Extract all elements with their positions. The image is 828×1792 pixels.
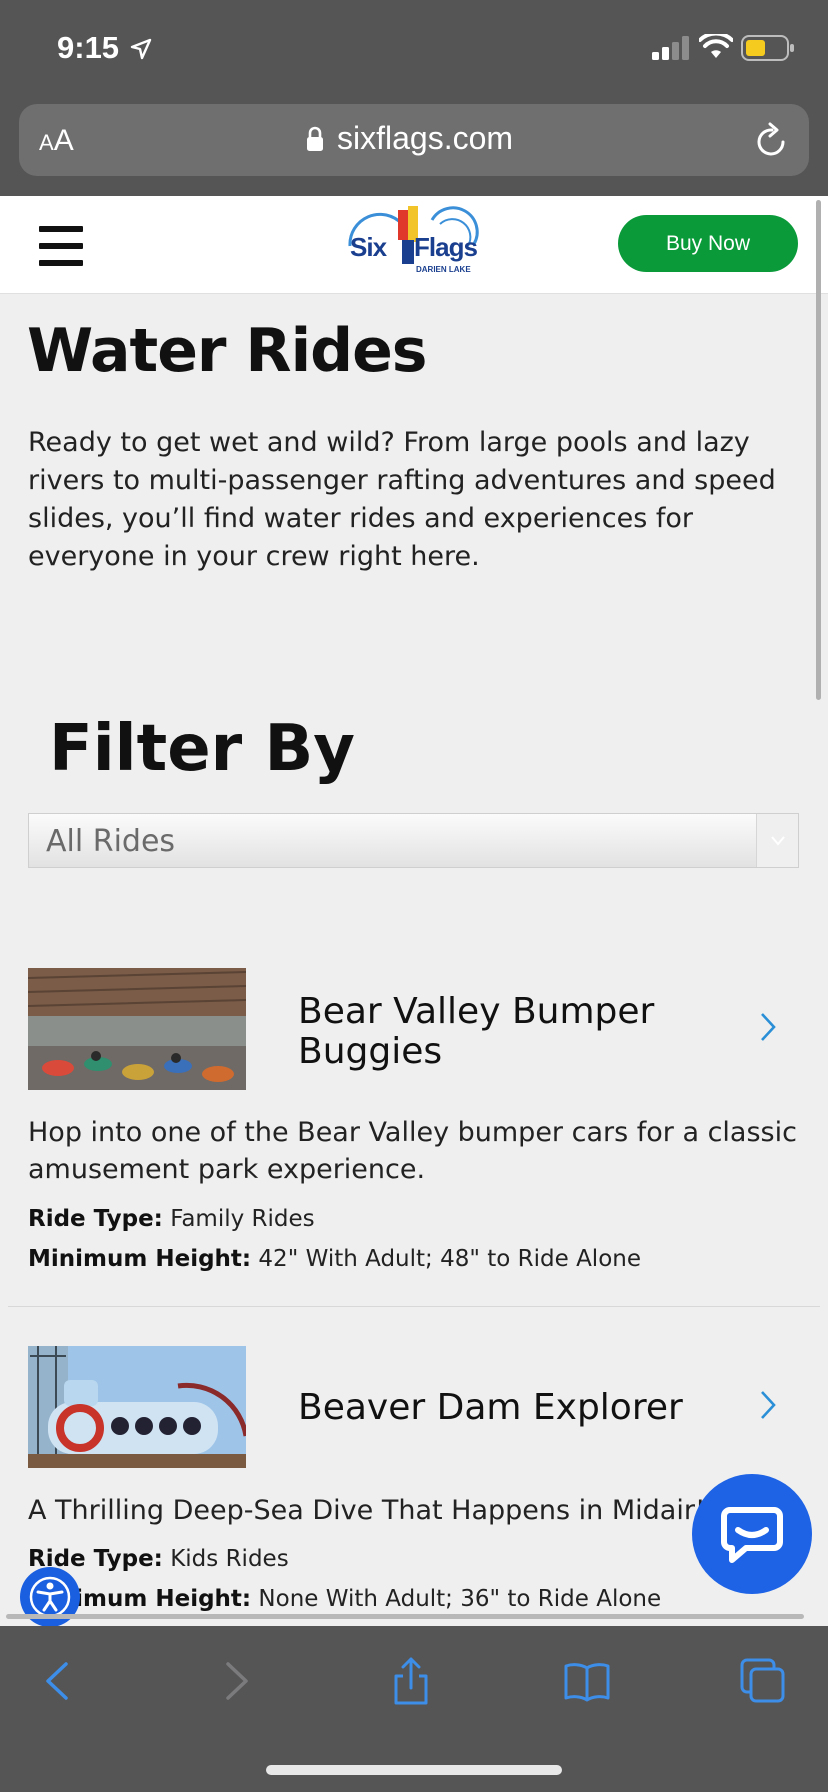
- buy-now-button[interactable]: Buy Now: [618, 215, 798, 272]
- ride-filter-select[interactable]: All Rides: [28, 813, 799, 868]
- lock-icon: [307, 126, 323, 151]
- ride-min-height: Minimum Height: 42" With Adult; 48" to R…: [28, 1246, 641, 1272]
- filter-heading: Filter By: [49, 712, 355, 786]
- ride-min-height: Minimum Height: None With Adult; 36" to …: [28, 1586, 662, 1612]
- text-size-button[interactable]: AA: [39, 124, 74, 158]
- vertical-scroll-indicator: [816, 200, 821, 700]
- ride-type: Ride Type: Kids Rides: [28, 1546, 289, 1572]
- filter-selected-value: All Rides: [46, 824, 176, 859]
- accessibility-icon: [29, 1576, 71, 1618]
- ride-type: Ride Type: Family Rides: [28, 1206, 315, 1232]
- address-bar[interactable]: AA sixflags.com: [19, 104, 809, 176]
- chevron-right-icon[interactable]: [756, 1388, 780, 1422]
- six-flags-logo[interactable]: Six Flags DARIEN LAKE: [344, 204, 486, 284]
- svg-text:Six: Six: [350, 232, 388, 262]
- tabs-icon[interactable]: [738, 1656, 788, 1706]
- location-arrow-icon: [130, 38, 152, 60]
- url-text[interactable]: sixflags.com: [337, 120, 513, 157]
- ride-card[interactable]: Bear Valley Bumper Buggies Hop into one …: [0, 968, 828, 1308]
- wifi-icon: [699, 34, 733, 58]
- svg-text:Flags: Flags: [414, 232, 477, 262]
- battery-icon: [741, 35, 794, 61]
- ride-title[interactable]: Bear Valley Bumper Buggies: [298, 992, 738, 1072]
- svg-text:DARIEN LAKE: DARIEN LAKE: [416, 265, 471, 274]
- chevron-right-icon[interactable]: [756, 1010, 780, 1044]
- share-icon[interactable]: [386, 1656, 436, 1706]
- ride-card[interactable]: Beaver Dam Explorer A Thrilling Deep-Sea…: [0, 1346, 828, 1616]
- home-indicator[interactable]: [266, 1765, 562, 1775]
- ride-description: Hop into one of the Bear Valley bumper c…: [28, 1117, 797, 1185]
- bookmarks-icon[interactable]: [562, 1656, 612, 1706]
- reload-icon[interactable]: [755, 122, 789, 158]
- chat-bubble-icon: [721, 1507, 783, 1563]
- ride-title[interactable]: Beaver Dam Explorer: [298, 1388, 738, 1428]
- menu-icon[interactable]: [39, 226, 83, 266]
- submarine-ride-photo[interactable]: [28, 1346, 246, 1468]
- dropdown-arrow-icon[interactable]: [756, 814, 798, 867]
- divider: [8, 1306, 820, 1307]
- page-title: Water Rides: [27, 316, 428, 386]
- site-header: Six Flags DARIEN LAKE Buy Now: [0, 196, 828, 294]
- cellular-signal-icon: [652, 36, 689, 60]
- chat-button[interactable]: [692, 1474, 812, 1594]
- bumper-cars-photo[interactable]: [28, 968, 246, 1090]
- browser-top-chrome: 9:15 AA sixflags.com: [0, 0, 828, 196]
- back-icon[interactable]: [34, 1656, 84, 1706]
- intro-text: Ready to get wet and wild? From large po…: [28, 427, 776, 572]
- horizontal-scroll-indicator: [6, 1614, 804, 1619]
- ride-description: A Thrilling Deep-Sea Dive That Happens i…: [28, 1495, 706, 1526]
- browser-toolbar: [0, 1626, 828, 1792]
- status-time: 9:15: [57, 30, 120, 65]
- forward-icon[interactable]: [210, 1656, 260, 1706]
